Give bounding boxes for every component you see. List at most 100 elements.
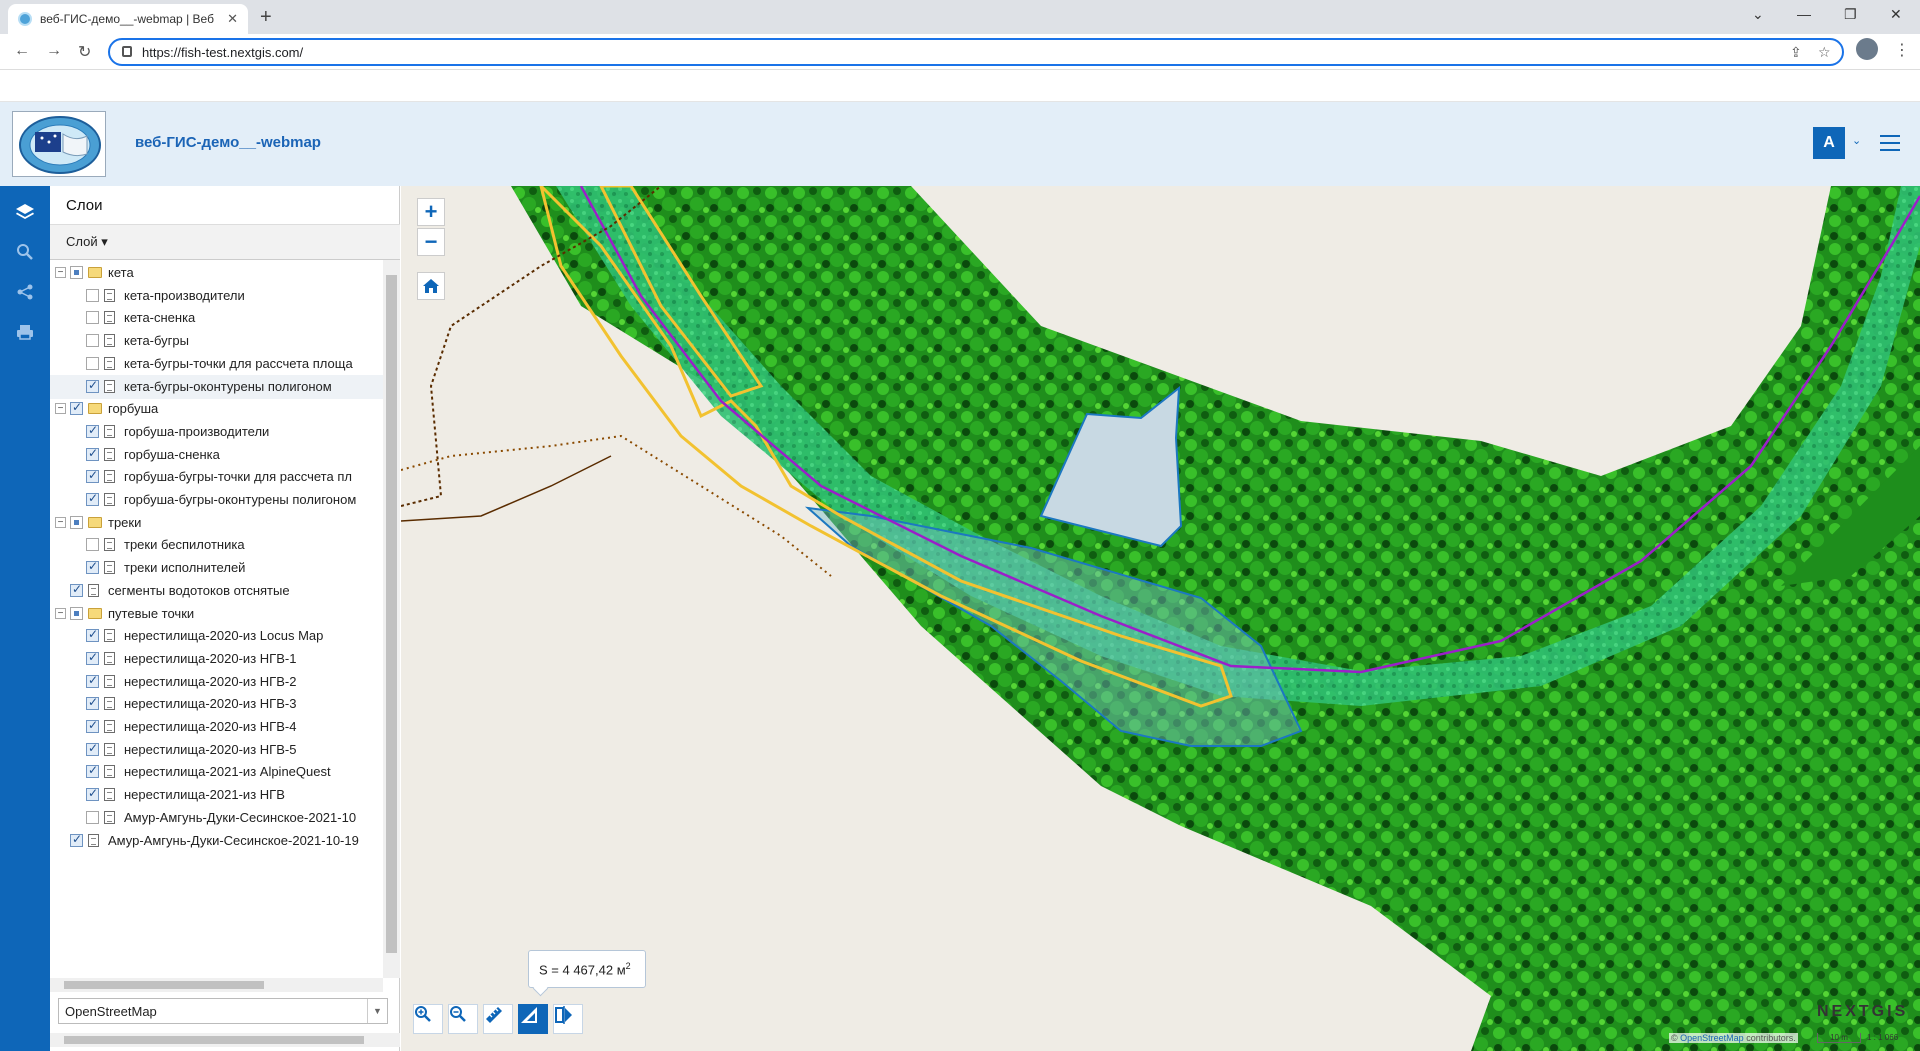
minimize-icon[interactable]: — [1797,6,1811,22]
layer-checkbox[interactable] [70,606,83,620]
panel-horizontal-scrollbar[interactable] [50,1033,400,1047]
layer-row[interactable]: кета-бугры-оконтурены полигоном [50,374,383,399]
layer-row[interactable]: нерестилища-2021-из НГВ [50,783,383,807]
layer-checkbox[interactable] [86,650,99,665]
app-title[interactable]: веб-ГИС-демо__-webmap [135,134,321,151]
swipe-tool[interactable] [553,1004,583,1034]
layer-checkbox[interactable] [86,559,99,575]
layer-row[interactable]: треки беспилотника [50,533,383,557]
home-button[interactable] [417,272,445,300]
layer-menu-button[interactable]: Слой ▾ [66,234,108,250]
address-bar[interactable]: https://fish-test.nextgis.com/ ⇪ ☆ [108,38,1844,66]
layer-row[interactable]: нерестилища-2020-из НГВ-3 [50,692,383,716]
layer-checkbox[interactable] [86,446,99,461]
layer-row[interactable]: горбуша-сненка [50,443,383,467]
layer-checkbox[interactable] [86,718,99,733]
layer-checkbox[interactable] [86,741,99,756]
layer-checkbox[interactable] [86,763,99,779]
zoom-in-tool[interactable] [413,1004,443,1034]
layer-row[interactable]: треки исполнителей [50,556,383,580]
layer-checkbox[interactable] [70,582,83,597]
chevron-down-icon[interactable]: ▼ [367,999,387,1023]
layer-checkbox[interactable] [86,378,99,393]
share-icon[interactable]: ⇪ [1790,44,1802,61]
hamburger-icon[interactable] [1880,135,1900,151]
layer-row[interactable]: кета-бугры-точки для рассчета площа [50,352,383,376]
window-close-icon[interactable]: ✕ [1890,6,1902,23]
new-tab-icon[interactable]: + [260,6,272,29]
layer-row[interactable]: горбуша-бугры-оконтурены полигоном [50,488,383,512]
layer-row[interactable]: нерестилища-2020-из НГВ-1 [50,647,383,671]
tree-vertical-scrollbar[interactable] [383,260,400,978]
layer-checkbox[interactable] [86,334,99,348]
layer-checkbox[interactable] [70,400,83,416]
close-icon[interactable]: ✕ [227,11,238,27]
collapse-toggle-icon[interactable]: − [55,607,66,619]
measure-area-tool[interactable] [518,1004,548,1034]
layer-row[interactable]: кета-производители [50,284,383,308]
profile-avatar[interactable] [1856,38,1878,60]
measure-distance-tool[interactable] [483,1004,513,1034]
scroll-thumb[interactable] [64,981,264,989]
zoom-out-tool[interactable] [448,1004,478,1034]
layer-checkbox[interactable] [70,515,83,529]
back-icon[interactable]: ← [14,42,30,60]
nextgis-logo[interactable]: NEXTGIS [1817,1003,1908,1021]
star-icon[interactable]: ☆ [1818,44,1831,61]
layer-row[interactable]: нерестилища-2020-из НГВ-5 [50,738,383,762]
map-canvas[interactable] [401,186,1920,1051]
chevron-down-icon[interactable]: ⌄ [1852,134,1861,147]
layer-checkbox[interactable] [86,311,99,325]
collapse-toggle-icon[interactable]: − [55,267,66,278]
collapse-toggle-icon[interactable]: − [55,403,66,415]
layer-checkbox[interactable] [86,538,99,552]
search-icon[interactable] [13,240,37,264]
layer-checkbox[interactable] [86,491,99,506]
layers-icon[interactable] [13,200,37,224]
tab-search-icon[interactable]: ⌄ [1752,6,1764,23]
layer-row[interactable]: нерестилища-2020-из НГВ-2 [50,670,383,694]
layer-checkbox[interactable] [86,810,99,824]
layer-group-row[interactable]: − горбуша [50,397,383,421]
layer-row[interactable]: Амур-Амгунь-Дуки-Сесинское-2021-10-19 [50,829,383,853]
osm-link[interactable]: OpenStreetMap [1680,1033,1744,1043]
layer-checkbox[interactable] [86,468,99,484]
layer-row[interactable]: нерестилища-2020-из Locus Map [50,624,383,648]
layer-row[interactable]: горбуша-бугры-точки для рассчета пл [50,465,383,489]
layer-checkbox[interactable] [86,695,99,711]
collapse-toggle-icon[interactable]: − [55,516,66,528]
user-avatar[interactable]: A [1813,127,1845,159]
browser-menu-icon[interactable]: ⋮ [1894,40,1910,60]
basemap-select[interactable]: OpenStreetMap ▼ [58,998,388,1024]
reload-icon[interactable]: ↻ [78,42,91,62]
zoom-in-button[interactable]: + [417,198,445,226]
layer-checkbox[interactable] [86,423,99,438]
print-icon[interactable] [13,320,37,344]
zoom-out-button[interactable]: − [417,228,445,256]
layer-row[interactable]: нерестилища-2021-из AlpineQuest [50,760,383,784]
layer-row[interactable]: кета-сненка [50,306,383,330]
layer-checkbox[interactable] [86,673,99,688]
layer-row[interactable]: нерестилища-2020-из НГВ-4 [50,715,383,739]
layer-row[interactable]: сегменты водотоков отснятые [50,579,383,603]
tree-horizontal-scrollbar[interactable] [50,978,383,992]
layer-checkbox[interactable] [86,288,99,302]
layer-group-row[interactable]: − путевые точки [50,602,383,626]
map-view[interactable]: + − S = 4 467,42 м2 NEXTGIS © OpenStreet… [401,186,1920,1051]
layer-checkbox[interactable] [86,786,99,802]
organization-logo[interactable] [12,111,106,177]
layer-checkbox[interactable] [86,356,99,370]
layer-group-row[interactable]: − треки [50,511,383,535]
restore-icon[interactable]: ❐ [1844,6,1857,23]
scroll-thumb[interactable] [64,1036,364,1044]
forward-icon[interactable]: → [46,42,62,60]
browser-tab[interactable]: веб-ГИС-демо__-webmap | Веб ✕ [8,4,248,34]
layer-group-row[interactable]: − кета [50,261,383,285]
layer-row[interactable]: горбуша-производители [50,420,383,444]
layer-checkbox[interactable] [86,627,99,643]
scroll-thumb[interactable] [386,275,397,953]
layer-row[interactable]: Амур-Амгунь-Дуки-Сесинское-2021-10 [50,806,383,830]
share-icon[interactable] [13,280,37,304]
layer-row[interactable]: кета-бугры [50,329,383,353]
layer-checkbox[interactable] [70,266,83,279]
